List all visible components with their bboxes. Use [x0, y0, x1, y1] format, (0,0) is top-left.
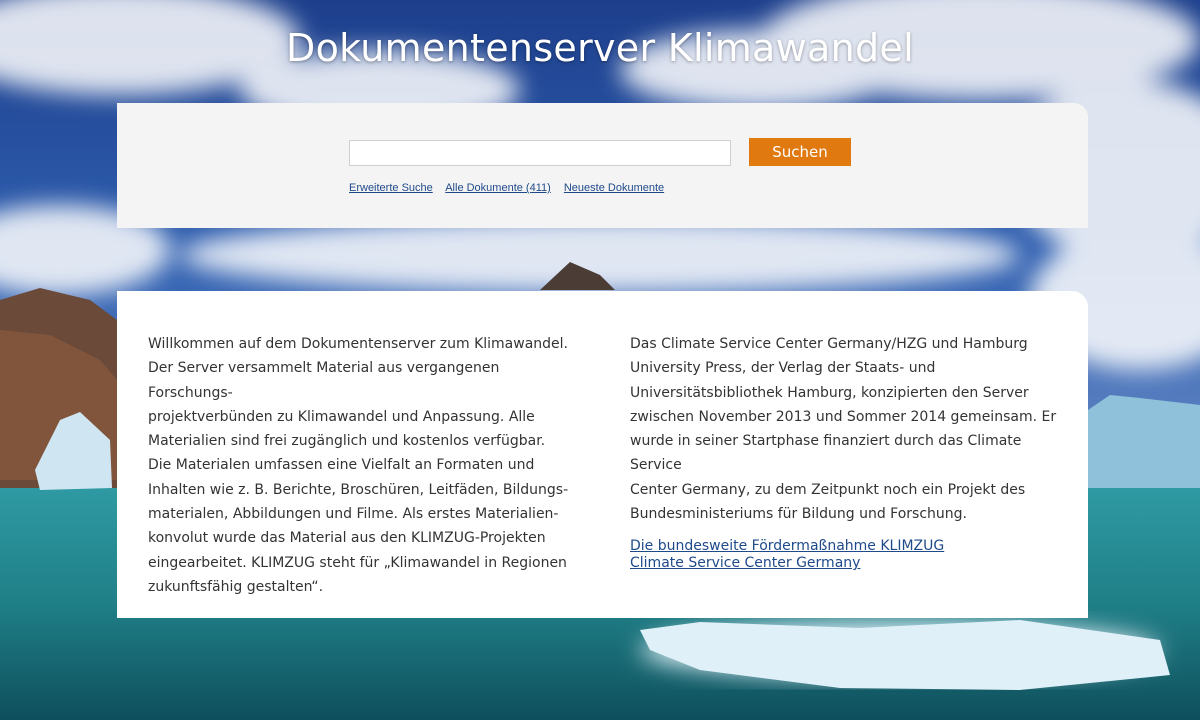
- newest-documents-link[interactable]: Neueste Dokumente: [564, 182, 664, 194]
- text-line: Der Server versammelt Material aus verga…: [148, 360, 500, 401]
- page-title: Dokumentenserver Klimawandel: [286, 26, 914, 70]
- text-line: Bundesministeriums für Bildung und Forsc…: [630, 506, 967, 523]
- quick-links: Erweiterte Suche Alle Dokumente (411) Ne…: [349, 182, 674, 194]
- content-panel: Willkommen auf dem Dokumentenserver zum …: [117, 291, 1088, 618]
- text-line: University Press, der Verlag der Staats-…: [630, 360, 936, 377]
- text-line: wurde in seiner Startphase finanziert du…: [630, 433, 1022, 474]
- search-panel: Suchen Erweiterte Suche Alle Dokumente (…: [117, 103, 1088, 228]
- text-line: Universitätsbibliothek Hamburg, konzipie…: [630, 384, 1029, 401]
- text-line: Inhalten wie z. B. Berichte, Broschüren,…: [148, 481, 569, 498]
- text-line: konvolut wurde das Material aus den KLIM…: [148, 530, 546, 547]
- search-input[interactable]: [349, 140, 731, 166]
- text-line: eingearbeitet. KLIMZUG steht für „Klimaw…: [148, 554, 567, 571]
- external-links: Die bundesweite Fördermaßnahme KLIMZUG C…: [630, 538, 1070, 572]
- about-text: Das Climate Service Center Germany/HZG u…: [630, 332, 1070, 572]
- text-line: Das Climate Service Center Germany/HZG u…: [630, 336, 1028, 352]
- text-line: materialen, Abbildungen und Filme. Als e…: [148, 506, 559, 523]
- text-line: Center Germany, zu dem Zeitpunkt noch ei…: [630, 481, 1026, 498]
- climate-service-center-link[interactable]: Climate Service Center Germany: [630, 555, 1070, 572]
- intro-text: Willkommen auf dem Dokumentenserver zum …: [148, 332, 578, 599]
- all-documents-link[interactable]: Alle Dokumente (411): [445, 182, 551, 194]
- klimzug-link[interactable]: Die bundesweite Fördermaßnahme KLIMZUG: [630, 538, 1070, 555]
- text-line: Materialien sind frei zugänglich und kos…: [148, 433, 546, 450]
- search-button[interactable]: Suchen: [749, 138, 851, 166]
- advanced-search-link[interactable]: Erweiterte Suche: [349, 182, 433, 194]
- text-line: zwischen November 2013 und Sommer 2014 g…: [630, 408, 1057, 425]
- text-line: zukunftsfähig gestalten“.: [148, 578, 324, 595]
- text-line: Willkommen auf dem Dokumentenserver zum …: [148, 336, 568, 352]
- text-line: Die Materialen umfassen eine Vielfalt an…: [148, 457, 535, 474]
- text-line: projektverbünden zu Klimawandel und Anpa…: [148, 408, 535, 425]
